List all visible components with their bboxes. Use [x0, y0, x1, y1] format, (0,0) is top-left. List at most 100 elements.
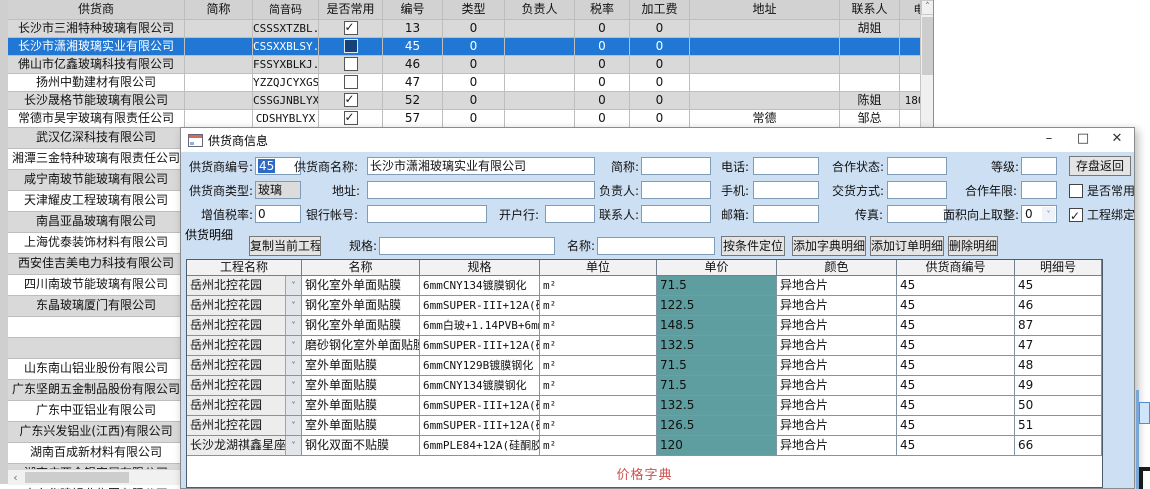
list-item[interactable]: 南昌亚晶玻璃有限公司 — [8, 212, 184, 233]
coop-status-field[interactable] — [887, 157, 947, 175]
chevron-down-icon[interactable]: ˅ — [285, 336, 301, 355]
locate-button[interactable]: 按条件定位 — [721, 236, 785, 256]
mobile-field[interactable] — [753, 181, 819, 199]
grid-col-unit[interactable]: 单位 — [540, 260, 657, 276]
grid-col-project[interactable]: 工程名称 — [187, 260, 302, 276]
table-row[interactable]: 佛山市亿鑫玻璃科技有限公司 FSSYXBLKJ... 46 0 0 0 — [8, 56, 920, 74]
chevron-down-icon[interactable]: ˅ — [285, 316, 301, 335]
list-item[interactable]: 湖南百成新材料有限公司 — [8, 443, 184, 464]
common-checkbox[interactable] — [344, 93, 358, 107]
email-field[interactable] — [753, 205, 819, 223]
grid-row[interactable]: 岳州北控花园 ˅ 磨砂钢化室外单面贴膜 6mmSUPER-III+12A(硅..… — [187, 336, 1102, 356]
chevron-down-icon[interactable]: ˅ — [285, 376, 301, 395]
grid-row[interactable]: 岳州北控花园 ˅ 室外单面贴膜 6mmSUPER-III+12A(硅... m²… — [187, 396, 1102, 416]
common-checkbox[interactable] — [344, 39, 358, 53]
list-item[interactable]: 山东华建铝业集团有限公司 — [8, 485, 184, 489]
project-combobox[interactable]: 岳州北控花园 ˅ — [187, 296, 302, 316]
table-row[interactable]: 常德市昊宇玻璃有限责任公司 CDSHYBLYX 57 0 0 0 常德 邹总 — [8, 110, 920, 128]
common-checkbox[interactable] — [344, 57, 358, 71]
chevron-down-icon[interactable]: ˅ — [1042, 207, 1055, 221]
chevron-down-icon[interactable]: ˅ — [285, 396, 301, 415]
project-bind-checkbox[interactable]: 工程绑定 — [1069, 205, 1139, 225]
bank-field[interactable] — [545, 205, 595, 223]
grid-col-detail-no[interactable]: 明细号 — [1015, 260, 1102, 276]
delete-detail-button[interactable]: 删除明细 — [948, 236, 998, 256]
project-combobox[interactable]: 岳州北控花园 ˅ — [187, 416, 302, 436]
project-combobox[interactable]: 岳州北控花园 ˅ — [187, 316, 302, 336]
chevron-down-icon[interactable]: ˅ — [285, 436, 301, 455]
coop-years-field[interactable] — [1021, 181, 1057, 199]
delivery-field[interactable] — [887, 181, 947, 199]
grid-col-spec[interactable]: 规格 — [420, 260, 540, 276]
list-item[interactable]: 湘潭三金特种玻璃有限责任公司 — [8, 149, 184, 170]
col-header-no[interactable]: 编号 — [383, 0, 443, 20]
close-icon[interactable]: ✕ — [1100, 128, 1134, 152]
contact-field[interactable] — [641, 205, 711, 223]
scroll-left-icon[interactable]: ‹ — [8, 471, 23, 485]
grid-row[interactable]: 岳州北控花园 ˅ 钢化室外单面贴膜 6mmCNY134镀膜钢化 m² 71.5 … — [187, 276, 1102, 296]
list-horizontal-scrollbar[interactable]: ‹ — [8, 469, 185, 485]
abbr-field[interactable] — [641, 157, 711, 175]
list-item[interactable]: 山东南山铝业股份有限公司 — [8, 359, 184, 380]
col-header-supplier[interactable]: 供货商 — [8, 0, 185, 20]
table-row[interactable]: 扬州中勤建材有限公司 YZZQJCYXGS 47 0 0 0 — [8, 74, 920, 92]
col-header-abbr[interactable]: 简称 — [185, 0, 253, 20]
list-item[interactable]: 广东兴发铝业(江西)有限公司 — [8, 422, 184, 443]
table-row[interactable]: 长沙市潇湘玻璃实业有限公司 CSSXXBLSY... 45 0 0 0 — [8, 38, 920, 56]
chevron-down-icon[interactable]: ˅ — [285, 296, 301, 315]
save-return-button[interactable]: 存盘返回 — [1069, 156, 1131, 176]
copy-project-button[interactable]: 复制当前工程 — [249, 236, 321, 256]
add-dict-detail-button[interactable]: 添加字典明细 — [792, 236, 866, 256]
col-header-fee[interactable]: 加工费 — [630, 0, 690, 20]
list-item[interactable]: 上海优泰装饰材料有限公司 — [8, 233, 184, 254]
col-header-common[interactable]: 是否常用 — [319, 0, 383, 20]
col-header-contact[interactable]: 联系人 — [840, 0, 900, 20]
scrollbar-thumb[interactable] — [25, 472, 129, 483]
col-header-type[interactable]: 类型 — [443, 0, 505, 20]
project-combobox[interactable]: 岳州北控花园 ˅ — [187, 356, 302, 376]
project-combobox[interactable]: 岳州北控花园 ˅ — [187, 376, 302, 396]
maximize-icon[interactable]: □ — [1066, 128, 1100, 152]
grid-row[interactable]: 岳州北控花园 ˅ 室外单面贴膜 6mmCNY134镀膜钢化 m² 71.5 异地… — [187, 376, 1102, 396]
col-header-tax[interactable]: 税率 — [575, 0, 630, 20]
list-item[interactable]: 武汉亿深科技有限公司 — [8, 128, 184, 149]
dialog-titlebar[interactable]: 供货商信息 – □ ✕ — [181, 128, 1134, 152]
supplier-type-field[interactable]: 玻璃 — [255, 181, 301, 199]
col-header-phone[interactable]: 电话 — [900, 0, 920, 20]
project-combobox[interactable]: 岳州北控花园 ˅ — [187, 336, 302, 356]
grid-row[interactable]: 岳州北控花园 ˅ 室外单面贴膜 6mmSUPER-III+12A(硅... m²… — [187, 416, 1102, 436]
list-item[interactable]: 咸宁南玻节能玻璃有限公司 — [8, 170, 184, 191]
table-row[interactable]: 长沙市三湘特种玻璃有限公司 CSSSXTZBL... 13 0 0 0 胡姐 — [8, 20, 920, 38]
project-combobox[interactable]: 岳州北控花园 ˅ — [187, 276, 302, 296]
table-row[interactable]: 长沙晟格节能玻璃有限公司 CSSGJNBLYXGS 52 0 0 0 陈姐 18… — [8, 92, 920, 110]
manager-field[interactable] — [641, 181, 711, 199]
list-item[interactable]: 四川南玻节能玻璃有限公司 — [8, 275, 184, 296]
grid-row[interactable]: 岳州北控花园 ˅ 钢化室外单面贴膜 6mm白玻+1.14PVB+6mm... m… — [187, 316, 1102, 336]
address-field[interactable] — [367, 181, 595, 199]
grid-row[interactable]: 岳州北控花园 ˅ 室外单面贴膜 6mmCNY129B镀膜钢化 m² 71.5 异… — [187, 356, 1102, 376]
common-checkbox[interactable] — [344, 21, 358, 35]
vat-field[interactable]: 0 — [255, 205, 301, 223]
grid-col-color[interactable]: 颜色 — [777, 260, 897, 276]
list-item[interactable]: 东晶玻璃厦门有限公司 — [8, 296, 184, 317]
project-combobox[interactable]: 岳州北控花园 ˅ — [187, 396, 302, 416]
col-header-address[interactable]: 地址 — [690, 0, 840, 20]
fax-field[interactable] — [887, 205, 947, 223]
phone-field[interactable] — [753, 157, 819, 175]
grid-col-price[interactable]: 单价 — [657, 260, 777, 276]
grade-field[interactable] — [1021, 157, 1057, 175]
chevron-down-icon[interactable]: ˅ — [285, 416, 301, 435]
round-up-dropdown[interactable]: 0 ˅ — [1021, 205, 1057, 223]
grid-row[interactable]: 长沙龙湖祺鑫星座 ˅ 钢化双面不贴膜 6mmPLE84+12A(硅酮胶... m… — [187, 436, 1102, 456]
grid-col-supplier-no[interactable]: 供货商编号 — [897, 260, 1015, 276]
list-item[interactable] — [8, 317, 184, 338]
common-use-checkbox[interactable]: 是否常用 — [1069, 181, 1139, 201]
name-filter-field[interactable] — [597, 237, 715, 255]
col-header-code[interactable]: 简音码 — [253, 0, 319, 20]
minimize-icon[interactable]: – — [1032, 128, 1066, 152]
list-item[interactable]: 广东坚朗五金制品股份有限公司 — [8, 380, 184, 401]
col-header-manager[interactable]: 负责人 — [505, 0, 575, 20]
grid-col-name[interactable]: 名称 — [302, 260, 420, 276]
add-order-detail-button[interactable]: 添加订单明细 — [870, 236, 944, 256]
list-item[interactable]: 天津耀皮工程玻璃有限公司 — [8, 191, 184, 212]
